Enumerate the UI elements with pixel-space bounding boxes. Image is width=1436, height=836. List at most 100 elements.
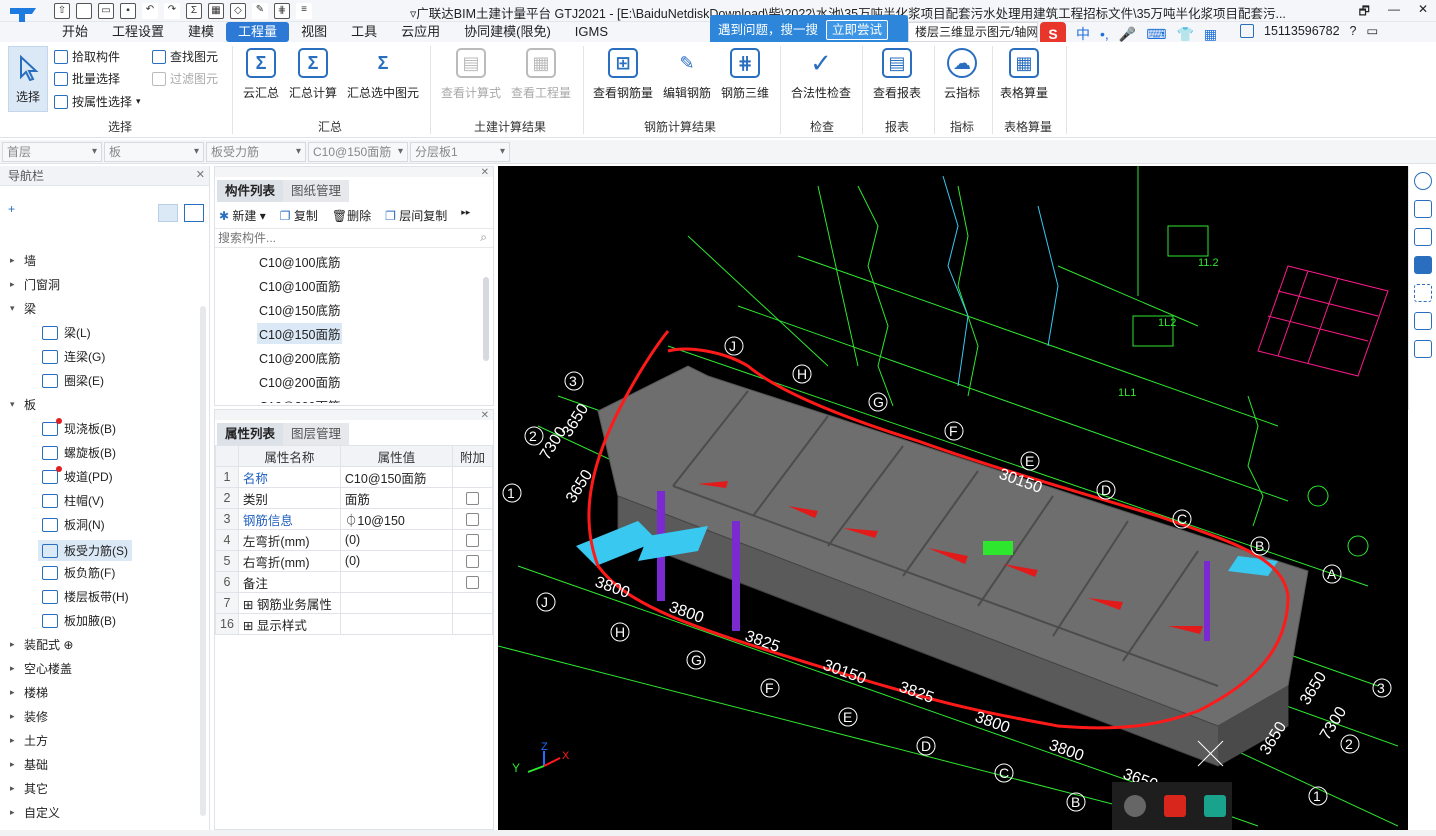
ime-skin-icon[interactable]: 👕 (1176, 26, 1193, 43)
nav-item[interactable]: 板受力筋(S) (38, 540, 132, 561)
tray-app-icon[interactable] (1164, 795, 1186, 817)
validity-check-button[interactable]: ✓ 合法性检查 (790, 48, 852, 101)
chevron-right-icon[interactable]: ▸ (10, 783, 18, 794)
chevron-right-icon[interactable]: ▸ (10, 807, 18, 818)
orbit-icon[interactable] (1413, 172, 1432, 190)
tab-igms[interactable]: IGMS (563, 22, 620, 42)
batch-select-button[interactable]: 批量选择 (54, 70, 120, 87)
chevron-right-icon[interactable]: ▸ (10, 663, 18, 674)
tab-quantities[interactable]: 工程量 (226, 22, 290, 42)
undo-icon[interactable]: ↶ (142, 3, 158, 19)
account-number[interactable]: 15113596782 (1264, 24, 1340, 38)
sum-selected-button[interactable]: Σ 汇总选中图元 (346, 48, 420, 101)
nav-item[interactable]: ▸ 土方 (10, 732, 48, 749)
property-row[interactable]: 6 备注 (215, 571, 494, 593)
ime-keyboard-icon[interactable]: ⌨ (1146, 26, 1166, 43)
search-icon[interactable]: ⌕ (480, 230, 487, 245)
nav-item[interactable]: ▸ 基础 (10, 756, 48, 773)
nav-item[interactable]: 现浇板(B) (42, 417, 116, 437)
edit-icon[interactable]: ✎ (252, 3, 268, 19)
tab-layer-manage[interactable]: 图层管理 (283, 423, 350, 445)
grid-icon[interactable]: ▦ (208, 3, 224, 19)
solid-view-icon[interactable] (1413, 256, 1432, 274)
nav-item[interactable]: 板负筋(F) (42, 564, 115, 581)
layer-select[interactable]: 分层板1 (410, 142, 510, 162)
rebar-3d-button[interactable]: ⋕ 钢筋三维 (720, 48, 770, 101)
tab-project-settings[interactable]: 工程设置 (100, 22, 176, 42)
property-value[interactable] (339, 592, 453, 614)
cloud-index-button[interactable]: ☁ 云指标 (940, 48, 984, 101)
redo-icon[interactable]: ↷ (164, 3, 180, 19)
close-icon[interactable]: ✕ (481, 167, 489, 178)
filter-element-button[interactable]: 过滤图元 (152, 70, 218, 87)
tray-monitor-icon[interactable] (1204, 795, 1226, 817)
tab-tools[interactable]: 工具 (339, 22, 389, 42)
nav-item[interactable]: ▸ 其它 (10, 780, 48, 797)
cube-icon[interactable]: ◇ (230, 3, 246, 19)
component-item[interactable]: C10@150面筋 (257, 323, 343, 344)
type-select[interactable]: 板受力筋 (206, 142, 306, 162)
nav-item[interactable]: 螺旋板(B) (42, 444, 116, 461)
nav-item[interactable]: 坡道(PD) (42, 465, 113, 485)
component-select[interactable]: C10@150面筋 (308, 142, 408, 162)
property-value[interactable]: (0) (339, 550, 453, 572)
property-row[interactable]: 4 左弯折(mm) (0) (215, 529, 494, 551)
find-element-button[interactable]: 查找图元 (152, 48, 218, 65)
view-rebar-button[interactable]: ⊞ 查看钢筋量 (592, 48, 654, 101)
extra-checkbox[interactable] (465, 555, 479, 569)
nav-item[interactable]: ▸ 空心楼盖 (10, 660, 72, 677)
attr-select-button[interactable]: 按属性选择 ▾ (54, 93, 141, 110)
nav-item[interactable]: ▸ 装修 (10, 708, 48, 725)
add-icon[interactable]: + (8, 202, 15, 216)
nav-item[interactable]: ▸ 墙 (10, 252, 36, 269)
extra-checkbox[interactable] (465, 576, 479, 590)
chevron-right-icon[interactable]: ▸ (10, 687, 18, 698)
sum-icon[interactable]: Σ (186, 3, 202, 19)
floor-copy-button[interactable]: ❐ 层间复制 (385, 207, 447, 224)
nav-item[interactable]: ▸ 装配式 ⊕ (10, 636, 73, 653)
nav-item[interactable]: ▸ 自定义 (10, 804, 60, 821)
list-view-icon[interactable] (158, 204, 178, 222)
view-formula-button[interactable]: ▤ 查看计算式 (440, 48, 502, 101)
select-button[interactable]: 选择 (8, 46, 48, 112)
cad-canvas[interactable]: 3 2 1 J H G F E D C B A J H G F E D C B … (498, 166, 1408, 830)
tab-collab[interactable]: 协同建模(限免) (452, 22, 563, 42)
table-calc-button[interactable]: ▦ 表格算量 (998, 48, 1050, 101)
property-value[interactable] (339, 571, 453, 593)
property-value[interactable] (339, 613, 453, 635)
edit-rebar-button[interactable]: ✎ 编辑钢筋 (662, 48, 712, 101)
property-row[interactable]: 1 名称 C10@150面筋 (215, 466, 494, 488)
extra-checkbox[interactable] (465, 534, 479, 548)
pick-component-button[interactable]: 拾取构件 (54, 48, 120, 65)
open-folder-icon[interactable]: ▭ (98, 3, 114, 19)
tab-start[interactable]: 开始 (50, 22, 100, 42)
chevron-down-icon[interactable]: ▾ (10, 303, 18, 314)
detail-view-icon[interactable] (184, 204, 204, 222)
component-scrollbar[interactable] (483, 277, 489, 361)
tray-network-icon[interactable] (1124, 795, 1146, 817)
more-icon[interactable]: ▸▸ (461, 207, 470, 224)
property-value[interactable]: C10@150面筋 (339, 466, 453, 488)
ime-mic-icon[interactable]: 🎤 (1119, 26, 1136, 43)
nav-item[interactable]: 柱帽(V) (42, 492, 104, 509)
view-2d-icon[interactable] (1413, 200, 1432, 218)
component-search[interactable]: ⌕ (215, 228, 493, 248)
component-search-input[interactable] (215, 229, 465, 247)
component-item[interactable]: C10@200面筋 (257, 395, 342, 403)
chevron-right-icon[interactable]: ▸ (10, 711, 18, 722)
delete-button[interactable]: 🗑删除 (332, 207, 371, 224)
new-file-icon[interactable] (76, 3, 92, 19)
view-report-button[interactable]: ▤ 查看报表 (870, 48, 924, 101)
ime-punct-icon[interactable]: •, (1100, 26, 1109, 42)
ladder-icon[interactable]: ⋕ (274, 3, 290, 19)
search-field[interactable]: 楼层三维显示图元/轴网 (908, 22, 1038, 42)
nav-item[interactable]: 板洞(N) (42, 516, 105, 533)
chevron-right-icon[interactable]: ▸ (10, 759, 18, 770)
tab-property-list[interactable]: 属性列表 (217, 423, 284, 445)
help-icon[interactable]: ? (1350, 24, 1357, 38)
settings-list-icon[interactable] (1413, 340, 1432, 358)
tab-view[interactable]: 视图 (289, 22, 339, 42)
minimize-icon[interactable]: — (1388, 2, 1400, 23)
nav-item[interactable]: ▸ 楼梯 (10, 684, 48, 701)
nav-item[interactable]: 连梁(G) (42, 348, 105, 365)
